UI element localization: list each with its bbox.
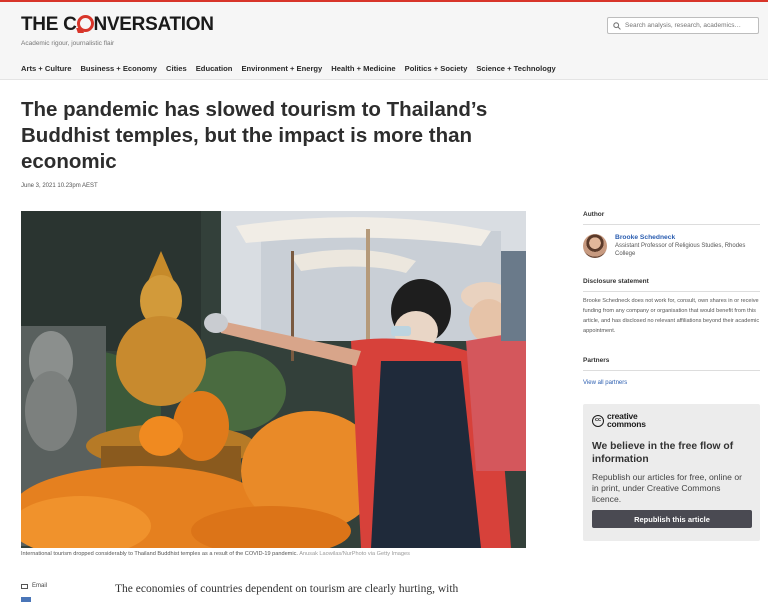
- author-name-link[interactable]: Brooke Schedneck: [615, 234, 760, 241]
- republish-box: cc creative commons We believe in the fre…: [583, 404, 760, 541]
- republish-heading: We believe in the free flow of informati…: [592, 441, 734, 465]
- share-email-label: Email: [32, 583, 48, 589]
- email-icon: [21, 583, 28, 589]
- divider: [583, 291, 760, 292]
- cc-logo-bottom: commons: [607, 418, 646, 429]
- cc-logo-wordmark: creative commons: [607, 412, 646, 429]
- republish-description: Republish our articles for free, online …: [592, 472, 742, 504]
- search-box[interactable]: [607, 17, 759, 34]
- section-nav: Arts + Culture Business + Economy Cities…: [21, 64, 556, 73]
- search-icon: [613, 21, 621, 30]
- divider: [583, 224, 760, 225]
- divider: [583, 370, 760, 371]
- site-header: THE C NVERSATION Academic rigour, journal…: [0, 2, 768, 80]
- search-input[interactable]: [625, 22, 755, 29]
- disclosure-text: Brooke Schedneck does not work for, cons…: [583, 298, 760, 334]
- nav-item-education[interactable]: Education: [196, 64, 233, 73]
- article-date: June 3, 2021 10.23pm AEST: [21, 183, 98, 189]
- nav-item-cities[interactable]: Cities: [166, 64, 187, 73]
- temple-photo: [21, 211, 526, 548]
- partners-heading: Partners: [583, 357, 610, 364]
- creative-commons-logo: cc creative commons: [592, 412, 751, 429]
- site-tagline: Academic rigour, journalistic flair: [21, 40, 115, 47]
- nav-item-business-economy[interactable]: Business + Economy: [80, 64, 157, 73]
- share-email[interactable]: Email: [21, 583, 47, 589]
- author-section: Author: [583, 211, 760, 225]
- nav-item-environment-energy[interactable]: Environment + Energy: [241, 64, 322, 73]
- author-role: Assistant Professor of Religious Studies…: [615, 243, 746, 257]
- nav-item-arts-culture[interactable]: Arts + Culture: [21, 64, 71, 73]
- author-avatar[interactable]: [583, 234, 607, 258]
- author-card: Brooke Schedneck Assistant Professor of …: [583, 234, 760, 258]
- share-facebook-icon[interactable]: [21, 597, 31, 602]
- article-title: The pandemic has slowed tourism to Thail…: [21, 98, 488, 173]
- logo-text-right: NVERSATION: [93, 14, 214, 35]
- nav-item-politics-society[interactable]: Politics + Society: [405, 64, 468, 73]
- logo-text-left: THE C: [21, 14, 77, 35]
- partners-section: Partners View all partners: [583, 357, 760, 386]
- cc-icon: cc: [592, 414, 604, 427]
- disclosure-heading: Disclosure statement: [583, 278, 649, 285]
- logo-speech-bubble-icon: [76, 15, 94, 32]
- article-body-first-line: The economies of countries dependent on …: [115, 583, 459, 595]
- hero-image[interactable]: [21, 211, 526, 548]
- disclosure-section: Disclosure statement Brooke Schedneck do…: [583, 278, 760, 336]
- caption-text: International tourism dropped considerab…: [21, 551, 298, 557]
- site-logo[interactable]: THE C NVERSATION: [21, 13, 214, 36]
- nav-item-health-medicine[interactable]: Health + Medicine: [331, 64, 395, 73]
- republish-button[interactable]: Republish this article: [592, 510, 752, 528]
- image-caption: International tourism dropped considerab…: [21, 551, 410, 557]
- photo-credit: Anusak Laowilas/NurPhoto via Getty Image…: [299, 551, 410, 557]
- author-heading: Author: [583, 211, 605, 218]
- view-all-partners-link[interactable]: View all partners: [583, 380, 760, 386]
- nav-item-science-technology[interactable]: Science + Technology: [476, 64, 555, 73]
